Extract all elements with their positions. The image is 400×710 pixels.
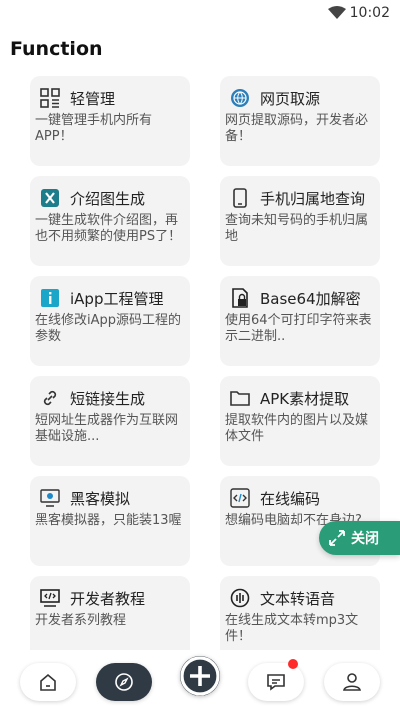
- card-desc: 使用64个可打印字符来表示二进制..: [225, 313, 372, 344]
- card-iapp-manager[interactable]: iApp工程管理 在线修改iApp源码工程的参数: [30, 276, 190, 366]
- card-base64[interactable]: Base64加解密 使用64个可打印字符来表示二进制..: [220, 276, 380, 366]
- card-title: 轻管理: [70, 90, 116, 108]
- card-web-source[interactable]: 网页取源 网页提取源码，开发者必备！: [220, 76, 380, 166]
- card-desc: 开发者系列教程: [35, 613, 127, 628]
- info-icon: [41, 289, 59, 307]
- audio-icon: [230, 588, 250, 608]
- nav-messages[interactable]: [248, 659, 304, 701]
- card-title: 手机归属地查询: [260, 190, 366, 208]
- card-light-manager[interactable]: 轻管理 一键管理手机内所有APP！: [30, 76, 190, 166]
- nav-add[interactable]: [180, 656, 220, 696]
- collapse-arrows-icon: [329, 530, 345, 546]
- card-desc: 一键生成软件介绍图，再也不用频繁的使用PS了！: [35, 213, 182, 244]
- excel-icon: [41, 189, 59, 207]
- card-title: iApp工程管理: [70, 290, 164, 308]
- card-desc: 在线修改iApp源码工程的参数: [35, 313, 182, 344]
- card-desc: 一键管理手机内所有APP！: [35, 113, 153, 144]
- grid-icon: [40, 88, 60, 108]
- compass-icon: [115, 673, 133, 691]
- card-desc: 查询未知号码的手机归属地: [225, 213, 369, 244]
- status-time: 10:02: [349, 5, 390, 21]
- code-file-icon: [230, 488, 250, 508]
- card-title: 短链接生成: [70, 390, 146, 408]
- card-title: 黑客模拟: [70, 490, 131, 508]
- home-icon: [40, 673, 56, 691]
- lock-doc-icon: [232, 288, 248, 308]
- status-bar: 10:02: [0, 0, 400, 26]
- card-title: 文本转语音: [260, 590, 336, 608]
- notification-badge: [288, 659, 298, 669]
- card-hacker-sim[interactable]: 黑客模拟 黑客模拟器，只能装13喔: [30, 476, 190, 566]
- hacker-icon: [40, 489, 60, 507]
- phone-icon: [233, 188, 247, 208]
- page-title: Function: [10, 38, 103, 60]
- card-phone-location[interactable]: 手机归属地查询 查询未知号码的手机归属地: [220, 176, 380, 266]
- card-title: 在线编码: [260, 490, 321, 508]
- card-title: 介绍图生成: [70, 190, 146, 208]
- card-title: Base64加解密: [260, 290, 361, 308]
- card-title: APK素材提取: [260, 390, 350, 408]
- plus-circle-icon: [180, 656, 220, 696]
- card-title: 网页取源: [260, 90, 321, 108]
- user-icon: [343, 673, 361, 691]
- card-desc: 网页提取源码，开发者必备！: [225, 113, 369, 144]
- card-desc: 在线生成文本转mp3文件！: [225, 613, 359, 644]
- message-icon: [267, 674, 285, 691]
- card-apk-assets[interactable]: APK素材提取 提取软件内的图片以及媒体文件: [220, 376, 380, 466]
- wifi-icon: [328, 6, 346, 19]
- card-desc: 短网址生成器作为互联网基础设施...: [35, 413, 179, 444]
- nav-discover[interactable]: [96, 663, 152, 701]
- card-title: 开发者教程: [70, 590, 146, 608]
- bottom-nav: [0, 650, 400, 710]
- folder-icon: [230, 391, 250, 406]
- card-desc: 提取软件内的图片以及媒体文件: [225, 413, 369, 444]
- globe-icon: [231, 89, 249, 107]
- card-intro-image[interactable]: 介绍图生成 一键生成软件介绍图，再也不用频繁的使用PS了！: [30, 176, 190, 266]
- close-label: 关闭: [351, 531, 379, 547]
- nav-home[interactable]: [20, 663, 76, 701]
- card-short-link[interactable]: 短链接生成 短网址生成器作为互联网基础设施...: [30, 376, 190, 466]
- card-desc: 黑客模拟器，只能装13喔: [35, 513, 182, 528]
- close-floating-button[interactable]: 关闭: [319, 521, 400, 555]
- code-screen-icon: [40, 589, 60, 607]
- nav-profile[interactable]: [324, 663, 380, 701]
- link-icon: [43, 390, 57, 406]
